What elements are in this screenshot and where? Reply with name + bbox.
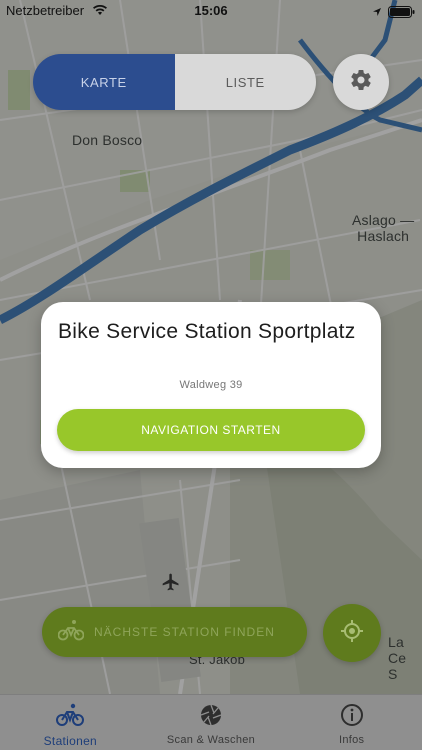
station-address: Waldweg 39 — [179, 379, 243, 391]
status-bar: Netzbetreiber 15:06 — [0, 0, 422, 22]
battery-icon — [388, 5, 416, 23]
find-nearest-station-button[interactable]: NÄCHSTE STATION FINDEN — [42, 607, 307, 657]
bicycle-icon — [56, 703, 85, 732]
list-mode-button[interactable]: LISTE — [174, 54, 316, 110]
tab-label-infos: Infos — [339, 734, 365, 746]
tab-label-stationen: Stationen — [43, 734, 98, 748]
camera-shutter-icon — [199, 703, 223, 732]
find-nearest-label: NÄCHSTE STATION FINDEN — [94, 625, 275, 639]
locate-me-button[interactable] — [323, 604, 381, 662]
gear-icon — [349, 68, 373, 97]
tab-infos[interactable]: Infos — [281, 695, 422, 750]
view-mode-toggle: KARTE LISTE — [33, 54, 316, 110]
bicycle-rider-icon — [57, 619, 85, 646]
tab-scan-waschen[interactable]: Scan & Waschen — [141, 695, 282, 750]
info-icon — [340, 703, 364, 732]
location-arrow-icon — [372, 4, 382, 22]
station-title: Bike Service Station Sportplatz — [58, 320, 356, 343]
start-navigation-button[interactable]: NAVIGATION STARTEN — [57, 409, 365, 451]
tab-label-scan-waschen: Scan & Waschen — [166, 734, 256, 746]
crosshair-icon — [340, 619, 364, 648]
station-popup-card: Bike Service Station Sportplatz Waldweg … — [41, 302, 381, 468]
clock: 15:06 — [194, 3, 228, 18]
tab-stationen[interactable]: Stationen — [0, 695, 141, 750]
map-mode-button[interactable]: KARTE — [33, 54, 175, 110]
tab-bar: Stationen Scan & Waschen Infos — [0, 694, 422, 750]
settings-button[interactable] — [333, 54, 389, 110]
